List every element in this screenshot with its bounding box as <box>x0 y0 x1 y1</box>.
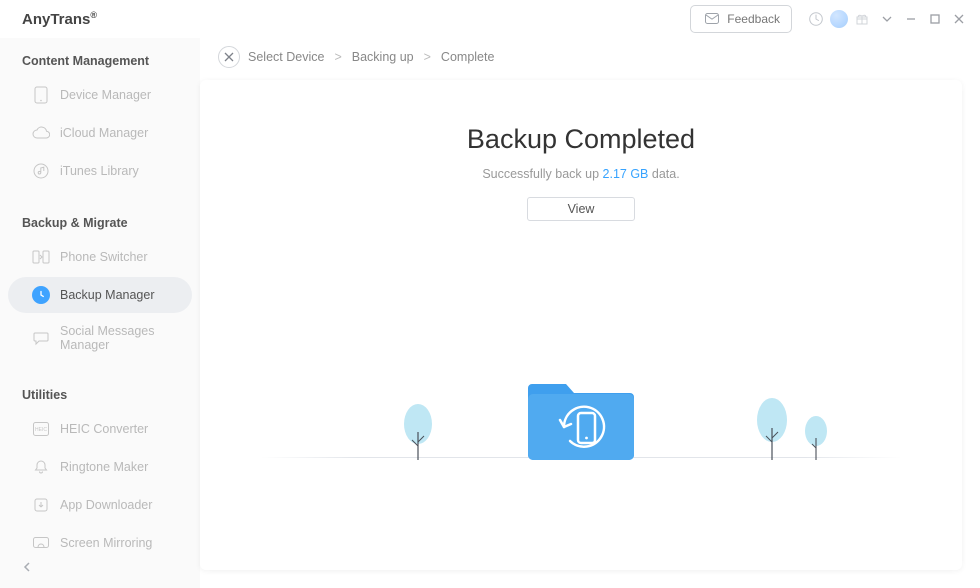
chat-icon <box>32 329 50 347</box>
maximize-button[interactable] <box>926 10 944 28</box>
feedback-button[interactable]: Feedback <box>690 5 792 33</box>
view-button[interactable]: View <box>527 197 635 221</box>
sidebar-item-label: Phone Switcher <box>60 250 148 264</box>
mail-icon <box>702 9 722 29</box>
result-suffix: data. <box>652 167 680 181</box>
chevron-right-icon: > <box>424 50 431 64</box>
sidebar-item-label: iTunes Library <box>60 164 139 178</box>
tree-icon <box>802 414 830 462</box>
feedback-label: Feedback <box>727 12 780 26</box>
sidebar-item-label: Backup Manager <box>60 288 155 302</box>
titlebar: AnyTrans® Feedback <box>0 0 980 38</box>
result-size: 2.17 GB <box>603 167 649 181</box>
tree-icon <box>400 402 436 462</box>
result-card: Backup Completed Successfully back up 2.… <box>200 80 962 570</box>
sidebar-heading-content: Content Management <box>0 46 200 76</box>
sidebar-item-label: Device Manager <box>60 88 151 102</box>
breadcrumb: Select Device > Backing up > Complete <box>200 38 980 80</box>
sidebar-item-backup-manager[interactable]: Backup Manager <box>8 277 192 313</box>
gift-icon[interactable] <box>852 9 872 29</box>
switch-icon <box>32 248 50 266</box>
result-prefix: Successfully back up <box>482 167 602 181</box>
breadcrumb-item[interactable]: Backing up <box>352 50 414 64</box>
minimize-button[interactable] <box>902 10 920 28</box>
svg-text:HEIC: HEIC <box>35 427 47 433</box>
breadcrumb-item[interactable]: Complete <box>441 50 495 64</box>
breadcrumb-item[interactable]: Select Device <box>248 50 324 64</box>
breadcrumb-close-button[interactable] <box>218 46 240 68</box>
mirror-icon <box>32 534 50 552</box>
result-title: Backup Completed <box>200 124 962 155</box>
cloud-icon <box>32 124 50 142</box>
sidebar-item-label: HEIC Converter <box>60 422 148 436</box>
sidebar-item-itunes-library[interactable]: iTunes Library <box>8 153 192 189</box>
sidebar-collapse-button[interactable] <box>22 560 38 576</box>
sidebar-item-label: Social Messages Manager <box>60 324 180 352</box>
sidebar-item-app-downloader[interactable]: App Downloader <box>8 487 192 523</box>
app-name-text: AnyTrans <box>22 11 90 28</box>
sidebar-item-heic-converter[interactable]: HEIC HEIC Converter <box>8 411 192 447</box>
dropdown-button[interactable] <box>878 10 896 28</box>
illustration <box>200 350 962 570</box>
sidebar-item-label: App Downloader <box>60 498 152 512</box>
sidebar-item-social-messages[interactable]: Social Messages Manager <box>8 315 192 361</box>
chevron-right-icon: > <box>334 50 341 64</box>
itunes-icon <box>32 162 50 180</box>
sidebar-heading-backup: Backup & Migrate <box>0 208 200 238</box>
bell-icon <box>32 458 50 476</box>
sidebar-item-screen-mirroring[interactable]: Screen Mirroring <box>8 525 192 561</box>
sidebar-item-icloud-manager[interactable]: iCloud Manager <box>8 115 192 151</box>
backup-folder-icon <box>528 372 634 462</box>
heic-icon: HEIC <box>32 420 50 438</box>
clock-icon <box>32 286 50 304</box>
sidebar: Content Management Device Manager iCloud… <box>0 38 200 588</box>
close-button[interactable] <box>950 10 968 28</box>
app-name: AnyTrans® <box>22 10 97 28</box>
main-area: Select Device > Backing up > Complete Ba… <box>200 38 980 588</box>
sidebar-item-label: iCloud Manager <box>60 126 148 140</box>
result-subtitle: Successfully back up 2.17 GB data. <box>200 167 962 181</box>
sidebar-heading-utilities: Utilities <box>0 380 200 410</box>
tree-icon <box>752 396 792 462</box>
sidebar-item-ringtone-maker[interactable]: Ringtone Maker <box>8 449 192 485</box>
sidebar-item-label: Ringtone Maker <box>60 460 148 474</box>
sidebar-item-phone-switcher[interactable]: Phone Switcher <box>8 239 192 275</box>
sidebar-item-label: Screen Mirroring <box>60 536 152 550</box>
sidebar-item-device-manager[interactable]: Device Manager <box>8 77 192 113</box>
download-icon <box>32 496 50 514</box>
user-avatar[interactable] <box>830 10 848 28</box>
device-icon <box>32 86 50 104</box>
notification-bell-icon[interactable] <box>806 9 826 29</box>
app-reg-mark: ® <box>90 10 97 20</box>
